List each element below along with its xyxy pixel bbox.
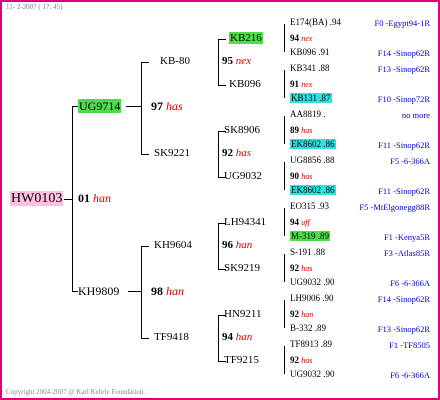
gen3-mid: 98 han	[151, 284, 184, 298]
gen5-dam[interactable]: UG9032 .90	[290, 370, 335, 379]
gen1-ring[interactable]: HW0103	[10, 191, 64, 206]
gen3-mid: 97 has	[151, 99, 183, 113]
gen5-sire[interactable]: LH9006 .90	[290, 294, 334, 303]
gen5-dam-info: F13 -Sinop62R	[377, 324, 430, 334]
connector	[64, 199, 73, 200]
gen5-sire-info: F5 -6-366A	[390, 156, 430, 166]
gen5-mid: 94 uff	[290, 217, 310, 227]
connector	[284, 254, 285, 282]
gen4-ring[interactable]: LH94341	[224, 217, 266, 228]
gen5-mid: 89 has	[290, 125, 313, 135]
copyright: Copyright 2004-2007 @ Karl Kehrle Founda…	[6, 388, 146, 396]
connector	[126, 106, 142, 107]
gen4-ring[interactable]: KB096	[229, 79, 261, 90]
gen4-ring[interactable]: KB216	[229, 32, 263, 44]
gen5-mid: 94 nex	[290, 33, 313, 43]
gen5-mid: 92 han	[290, 309, 314, 319]
gen5-sire[interactable]: AA8819 .	[290, 110, 326, 119]
connector	[284, 300, 285, 328]
connector	[141, 154, 149, 155]
gen5-dam-info: F11 -Sinop62R	[378, 140, 430, 150]
gen4-ring[interactable]: SK8906	[224, 125, 260, 136]
gen2-dam-ring[interactable]: KH9809	[78, 285, 119, 297]
gen1-detail: 01 han	[78, 191, 111, 205]
connector	[218, 223, 219, 269]
connector	[218, 39, 226, 40]
gen4-ring[interactable]: HN9211	[224, 309, 261, 320]
gen5-dam-info: F6 -6-366A	[390, 370, 430, 380]
gen5-sire-info: F13 -Sinop62R	[377, 64, 430, 74]
gen5-mid: 91 nex	[290, 79, 313, 89]
gen4-ring[interactable]: SK9219	[224, 263, 260, 274]
gen5-dam[interactable]: M-319 .89	[290, 231, 330, 241]
gen5-dam-info: F11 -Sinop62R	[378, 186, 430, 196]
connector	[218, 315, 219, 361]
gen5-sire-info: F3 -Atlas85R	[383, 248, 430, 258]
gen5-sire[interactable]: EO315 .93	[290, 202, 329, 211]
gen5-sire[interactable]: UG8856 .88	[290, 156, 335, 165]
gen5-dam[interactable]: EK8602 .86	[290, 139, 336, 149]
gen5-mid: 92 has	[290, 355, 313, 365]
connector	[284, 162, 285, 190]
gen5-sire[interactable]: S-191 .88	[290, 248, 325, 257]
gen5-dam-info: F14 -Sinop62R	[377, 48, 430, 58]
gen5-sire-info: F14 -Sinop62R	[377, 294, 430, 304]
gen5-dam[interactable]: UG9032 .90	[290, 278, 335, 287]
connector	[141, 246, 142, 338]
gen5-dam[interactable]: B-332 .89	[290, 324, 326, 333]
gen4-mid: 95 nex	[222, 55, 252, 67]
connector	[128, 291, 142, 292]
gen5-mid: 90 has	[290, 171, 313, 181]
gen5-sire-info: F0 -Egypt94-1R	[374, 18, 431, 28]
connector	[218, 39, 219, 85]
gen4-ring[interactable]: UG9032	[224, 171, 262, 182]
gen5-sire-info: F5 -MtElgonegg88R	[359, 202, 430, 212]
gen5-dam-info: F10 -Sinop72R	[377, 94, 430, 104]
gen5-sire[interactable]: E174(BA) .94	[290, 18, 341, 27]
connector	[218, 85, 226, 86]
connector	[284, 70, 285, 98]
gen4-mid: 94 han	[222, 331, 253, 343]
connector	[141, 338, 149, 339]
gen5-sire[interactable]: KB341 .88	[290, 64, 330, 73]
connector	[141, 62, 149, 63]
connector	[284, 346, 285, 374]
connector	[218, 131, 219, 177]
gen3-ring[interactable]: TF9418	[154, 332, 189, 343]
connector	[284, 116, 285, 144]
gen5-mid: 92 has	[290, 263, 313, 273]
gen5-dam-info: F1 -Kenya5R	[383, 232, 430, 242]
gen5-dam[interactable]: KB131 .87	[290, 93, 332, 103]
gen4-mid: 96 han	[222, 239, 253, 251]
gen4-ring[interactable]: TF9215	[224, 355, 259, 366]
gen5-sire-info: no more	[401, 110, 430, 120]
gen3-ring[interactable]: SK9221	[154, 148, 190, 159]
report-date: 11- 2-2007 ( 17: 45)	[6, 3, 63, 11]
gen3-ring[interactable]: KH9604	[154, 240, 192, 251]
gen4-mid: 92 has	[222, 147, 252, 159]
gen5-dam-info: F6 -6-366A	[390, 278, 430, 288]
gen5-sire-info: F1 -TF8505	[389, 340, 430, 350]
gen5-dam[interactable]: EK8602 .86	[290, 185, 336, 195]
gen5-sire[interactable]: TF8913 .89	[290, 340, 332, 349]
gen5-dam[interactable]: KB096 .91	[290, 48, 330, 57]
connector	[141, 62, 142, 154]
page-frame	[0, 0, 440, 400]
gen2-sire-ring[interactable]: UG9714	[78, 99, 122, 113]
connector	[284, 208, 285, 236]
connector	[284, 24, 285, 52]
connector	[141, 246, 149, 247]
gen3-ring[interactable]: KB-80	[160, 56, 190, 67]
